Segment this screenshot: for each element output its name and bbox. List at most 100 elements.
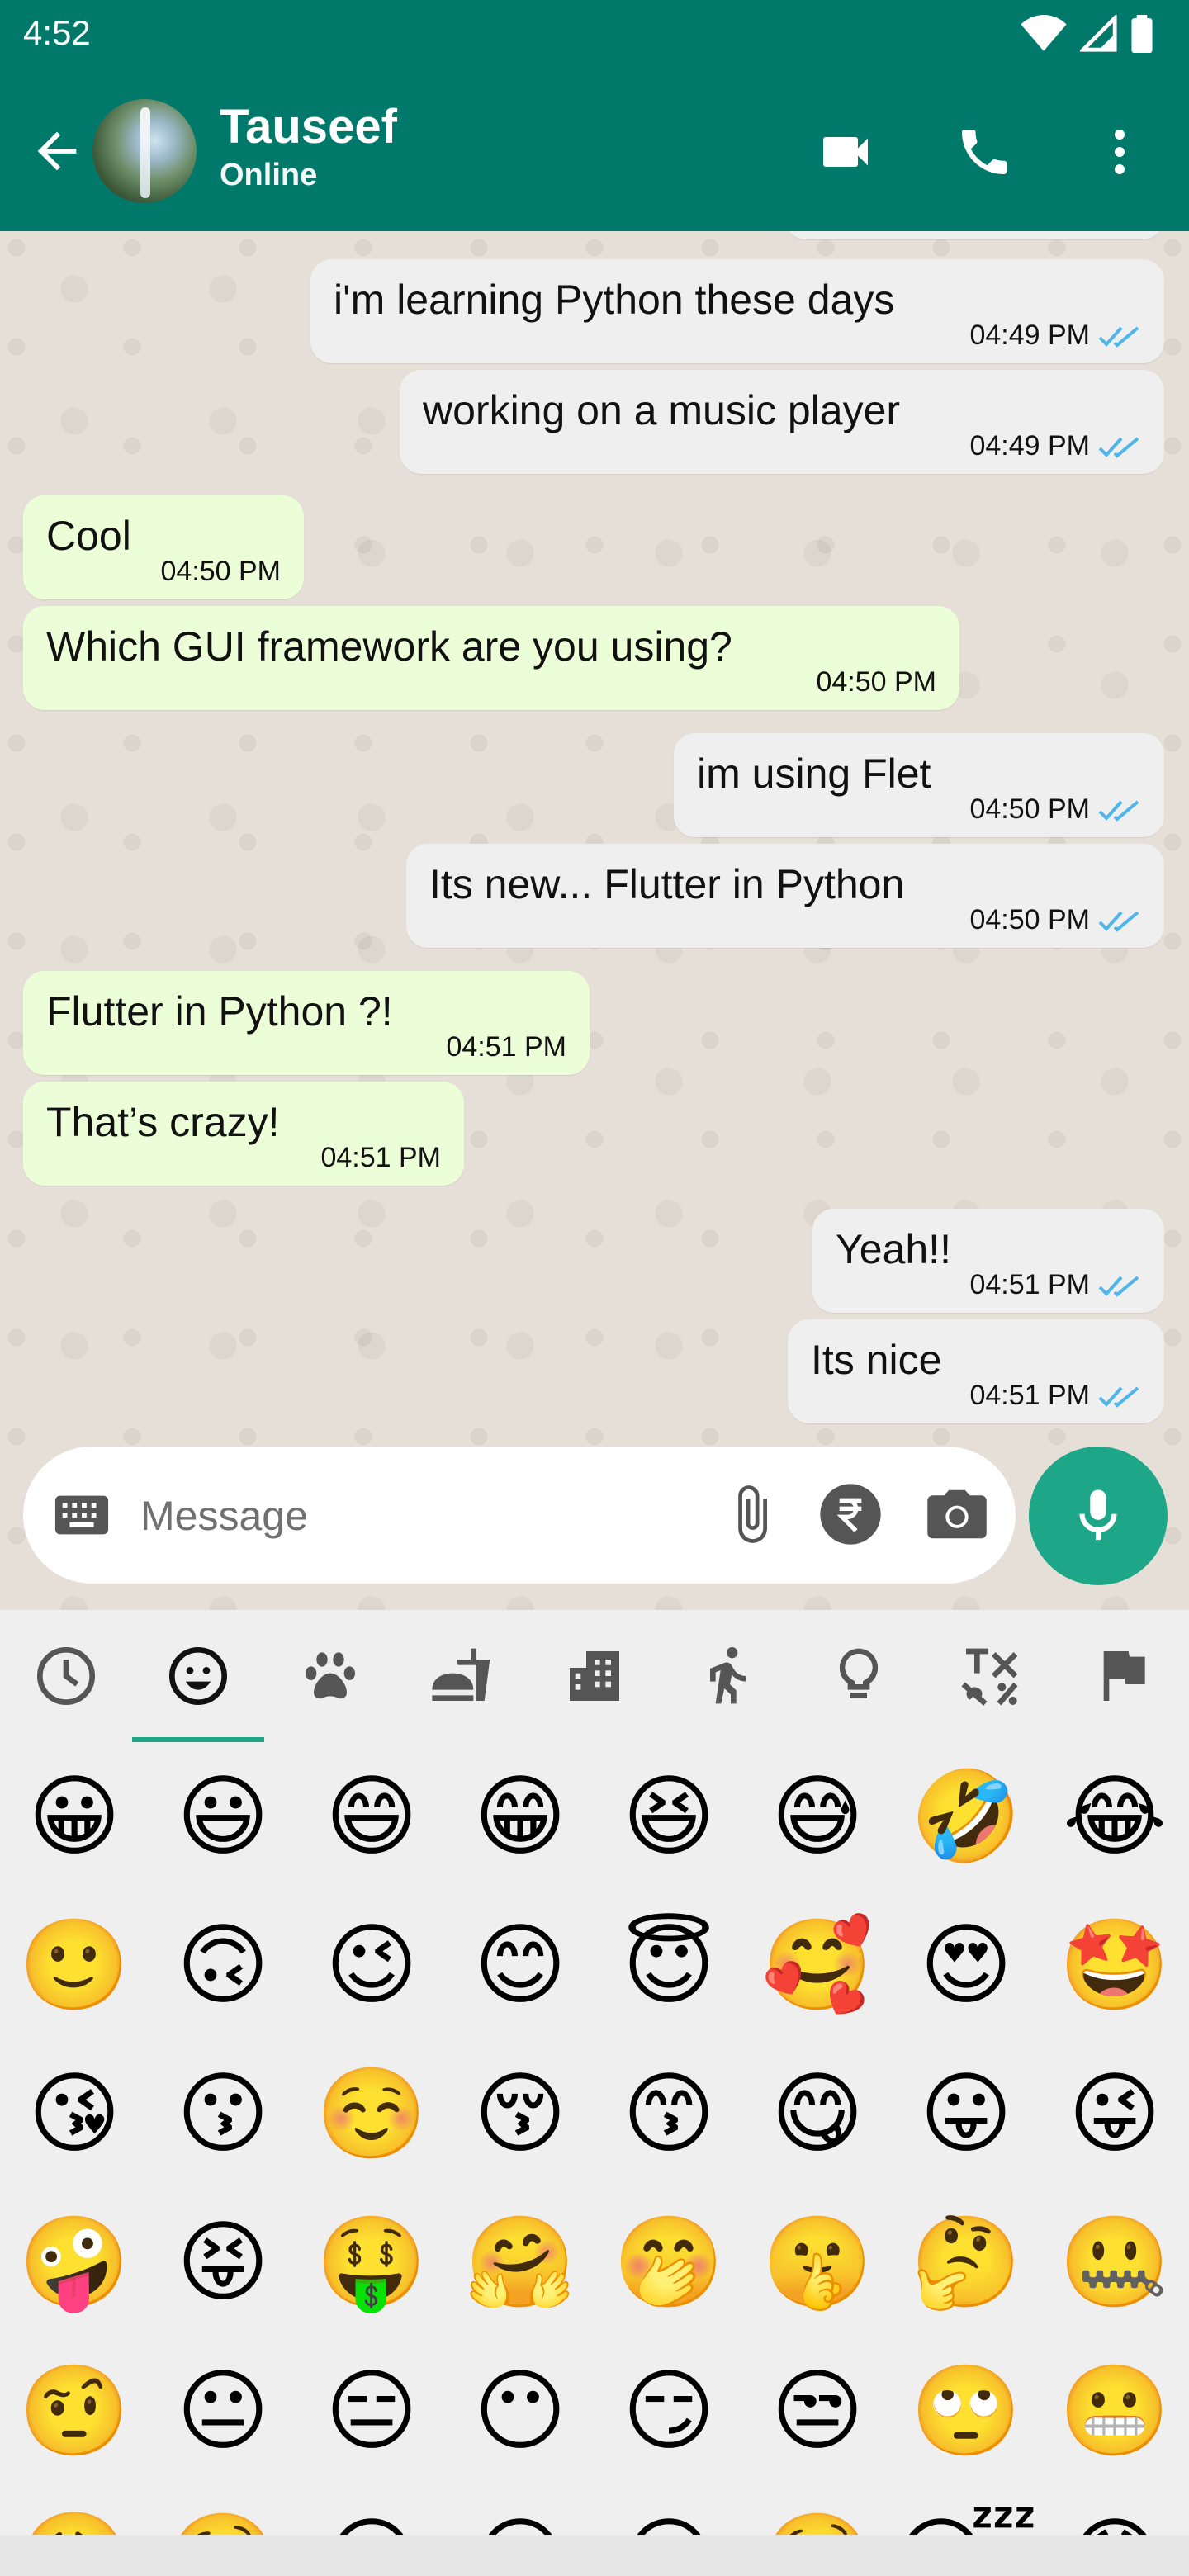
chat-area[interactable]: i'm learning Python these days 04:49 PM …	[0, 231, 1189, 1610]
message-bubble-outgoing[interactable]: i'm learning Python these days 04:49 PM	[310, 259, 1164, 363]
emoji-key[interactable]: 🙃	[149, 1891, 297, 2039]
emoji-key[interactable]: 😅	[743, 1742, 892, 1891]
animals-icon[interactable]	[297, 1643, 363, 1709]
emoji-key[interactable]: 🤤	[743, 2485, 892, 2535]
emoji-key[interactable]: 😃	[149, 1742, 297, 1891]
voice-record-button[interactable]	[1029, 1447, 1168, 1585]
message-input[interactable]	[139, 1480, 720, 1552]
emoji-key[interactable]: 😶	[446, 2337, 594, 2485]
emoji-key[interactable]: 🙂	[0, 1891, 149, 2039]
emoji-key[interactable]: 😊	[446, 1891, 594, 2039]
emoji-key[interactable]: 😋	[743, 2039, 892, 2188]
emoji-key[interactable]: 😑	[297, 2337, 446, 2485]
emoji-key[interactable]: 😇	[594, 1891, 743, 2039]
emoji-key[interactable]: 🤣	[892, 1742, 1040, 1891]
emoji-key[interactable]: 🤥	[149, 2485, 297, 2535]
message-bubble-incoming[interactable]: That’s crazy! 04:51 PM	[23, 1082, 464, 1186]
places-icon[interactable]	[561, 1643, 628, 1709]
emoji-key[interactable]: 😆	[594, 1742, 743, 1891]
message-meta: 04:50 PM	[969, 793, 1141, 826]
message-meta: 04:49 PM	[969, 430, 1141, 462]
message-time: 04:50 PM	[969, 904, 1090, 935]
message-bubble-incoming[interactable]: Cool 04:50 PM	[23, 495, 304, 599]
contact-avatar[interactable]	[92, 99, 197, 203]
emoji-key[interactable]: 🤫	[743, 2188, 892, 2337]
emoji-key[interactable]: 😙	[594, 2039, 743, 2188]
emoji-key[interactable]: 🤭	[594, 2188, 743, 2337]
objects-icon[interactable]	[826, 1643, 892, 1709]
emoji-key[interactable]: 😀	[0, 1742, 149, 1891]
activity-icon[interactable]	[694, 1643, 760, 1709]
message-text: Flutter in Python ?!	[46, 988, 393, 1035]
emoji-key[interactable]: 😜	[1040, 2039, 1189, 2188]
message-bubble-outgoing[interactable]: im using Flet 04:50 PM	[674, 733, 1164, 837]
smileys-icon[interactable]	[165, 1643, 231, 1709]
flags-icon[interactable]	[1090, 1643, 1156, 1709]
emoji-key[interactable]: 😪	[594, 2485, 743, 2535]
emoji-key[interactable]: 😔	[446, 2485, 594, 2535]
voice-call-icon[interactable]	[955, 122, 1014, 182]
emoji-key[interactable]: 🤨	[0, 2337, 149, 2485]
read-ticks-icon	[1098, 325, 1139, 348]
food-icon[interactable]	[429, 1643, 495, 1709]
emoji-key[interactable]: 🤗	[446, 2188, 594, 2337]
recent-icon[interactable]	[33, 1643, 99, 1709]
emoji-key[interactable]: 🤐	[1040, 2188, 1189, 2337]
keyboard-icon[interactable]	[53, 1488, 111, 1542]
back-arrow-icon[interactable]	[28, 122, 86, 180]
emoji-key[interactable]: 😴	[892, 2485, 1040, 2535]
contact-info[interactable]: Tauseef Online	[220, 99, 397, 195]
emoji-key[interactable]: 😐	[149, 2337, 297, 2485]
camera-icon[interactable]	[925, 1483, 989, 1546]
emoji-key[interactable]: 🙄	[892, 2337, 1040, 2485]
video-call-icon[interactable]	[816, 122, 875, 182]
symbols-icon[interactable]	[958, 1643, 1024, 1709]
message-bubble-incoming[interactable]: Flutter in Python ?! 04:51 PM	[23, 971, 590, 1075]
emoji-key[interactable]: 😁	[446, 1742, 594, 1891]
emoji-keyboard: 😀 😃 😄 😁 😆 😅 🤣 😂 🙂 🙃 😉 😊 😇 🥰 😍 🤩 😘 😗 ☺️ 😚 😙 😋 😛 😜 🤪 😝 🤑 🤗 🤭 🤫 🤔 🤐 🤨 😐 😑 😶 😏 😒 🙄…	[0, 1610, 1189, 2535]
emoji-key[interactable]: 😍	[892, 1891, 1040, 2039]
message-text: im using Flet	[697, 751, 931, 797]
attach-icon[interactable]	[720, 1481, 783, 1547]
message-bubble-outgoing[interactable]: Its new... Flutter in Python 04:50 PM	[406, 844, 1164, 948]
emoji-key[interactable]: 😝	[149, 2188, 297, 2337]
emoji-key[interactable]: 🤪	[0, 2188, 149, 2337]
emoji-key[interactable]: 😉	[297, 1891, 446, 2039]
emoji-key[interactable]: 😏	[594, 2337, 743, 2485]
emoji-key[interactable]: 😚	[446, 2039, 594, 2188]
message-time: 04:51 PM	[446, 1031, 566, 1063]
emoji-key[interactable]: 🤔	[892, 2188, 1040, 2337]
emoji-key[interactable]: 😌	[297, 2485, 446, 2535]
emoji-key[interactable]: 🥰	[743, 1891, 892, 2039]
message-bubble-outgoing[interactable]: working on a music player 04:49 PM	[400, 370, 1164, 474]
message-time: 04:50 PM	[969, 793, 1090, 825]
message-text: That’s crazy!	[46, 1099, 280, 1145]
message-bubble-incoming[interactable]: Which GUI framework are you using? 04:50…	[23, 606, 959, 710]
emoji-category-bar	[0, 1610, 1189, 1742]
contact-name: Tauseef	[220, 100, 397, 154]
message-bubble-outgoing[interactable]: Yeah!! 04:51 PM	[812, 1209, 1164, 1313]
payment-rupee-icon[interactable]	[817, 1481, 883, 1547]
emoji-key[interactable]: 😒	[743, 2337, 892, 2485]
emoji-key[interactable]: 😘	[0, 2039, 149, 2188]
emoji-key[interactable]: 😂	[1040, 1742, 1189, 1891]
message-meta: 04:51 PM	[446, 1031, 566, 1063]
emoji-key[interactable]: 😮‍💨	[0, 2485, 149, 2535]
message-time: 04:49 PM	[969, 430, 1090, 462]
message-text: i'm learning Python these days	[334, 277, 895, 323]
emoji-key[interactable]: 🤑	[297, 2188, 446, 2337]
emoji-key[interactable]: ☺️	[297, 2039, 446, 2188]
message-time: 04:51 PM	[969, 1269, 1090, 1300]
emoji-key[interactable]: 😷	[1040, 2485, 1189, 2535]
more-options-icon[interactable]	[1090, 122, 1149, 182]
message-meta: 04:50 PM	[160, 556, 281, 588]
emoji-key[interactable]: 😗	[149, 2039, 297, 2188]
message-bubble-outgoing[interactable]: Its nice 04:51 PM	[788, 1319, 1164, 1423]
message-composer	[23, 1447, 1016, 1584]
message-meta: 04:51 PM	[320, 1142, 441, 1174]
emoji-key[interactable]: 😬	[1040, 2337, 1189, 2485]
emoji-key[interactable]: 😛	[892, 2039, 1040, 2188]
emoji-key[interactable]: 🤩	[1040, 1891, 1189, 2039]
emoji-key[interactable]: 😄	[297, 1742, 446, 1891]
status-icons	[1021, 15, 1153, 53]
